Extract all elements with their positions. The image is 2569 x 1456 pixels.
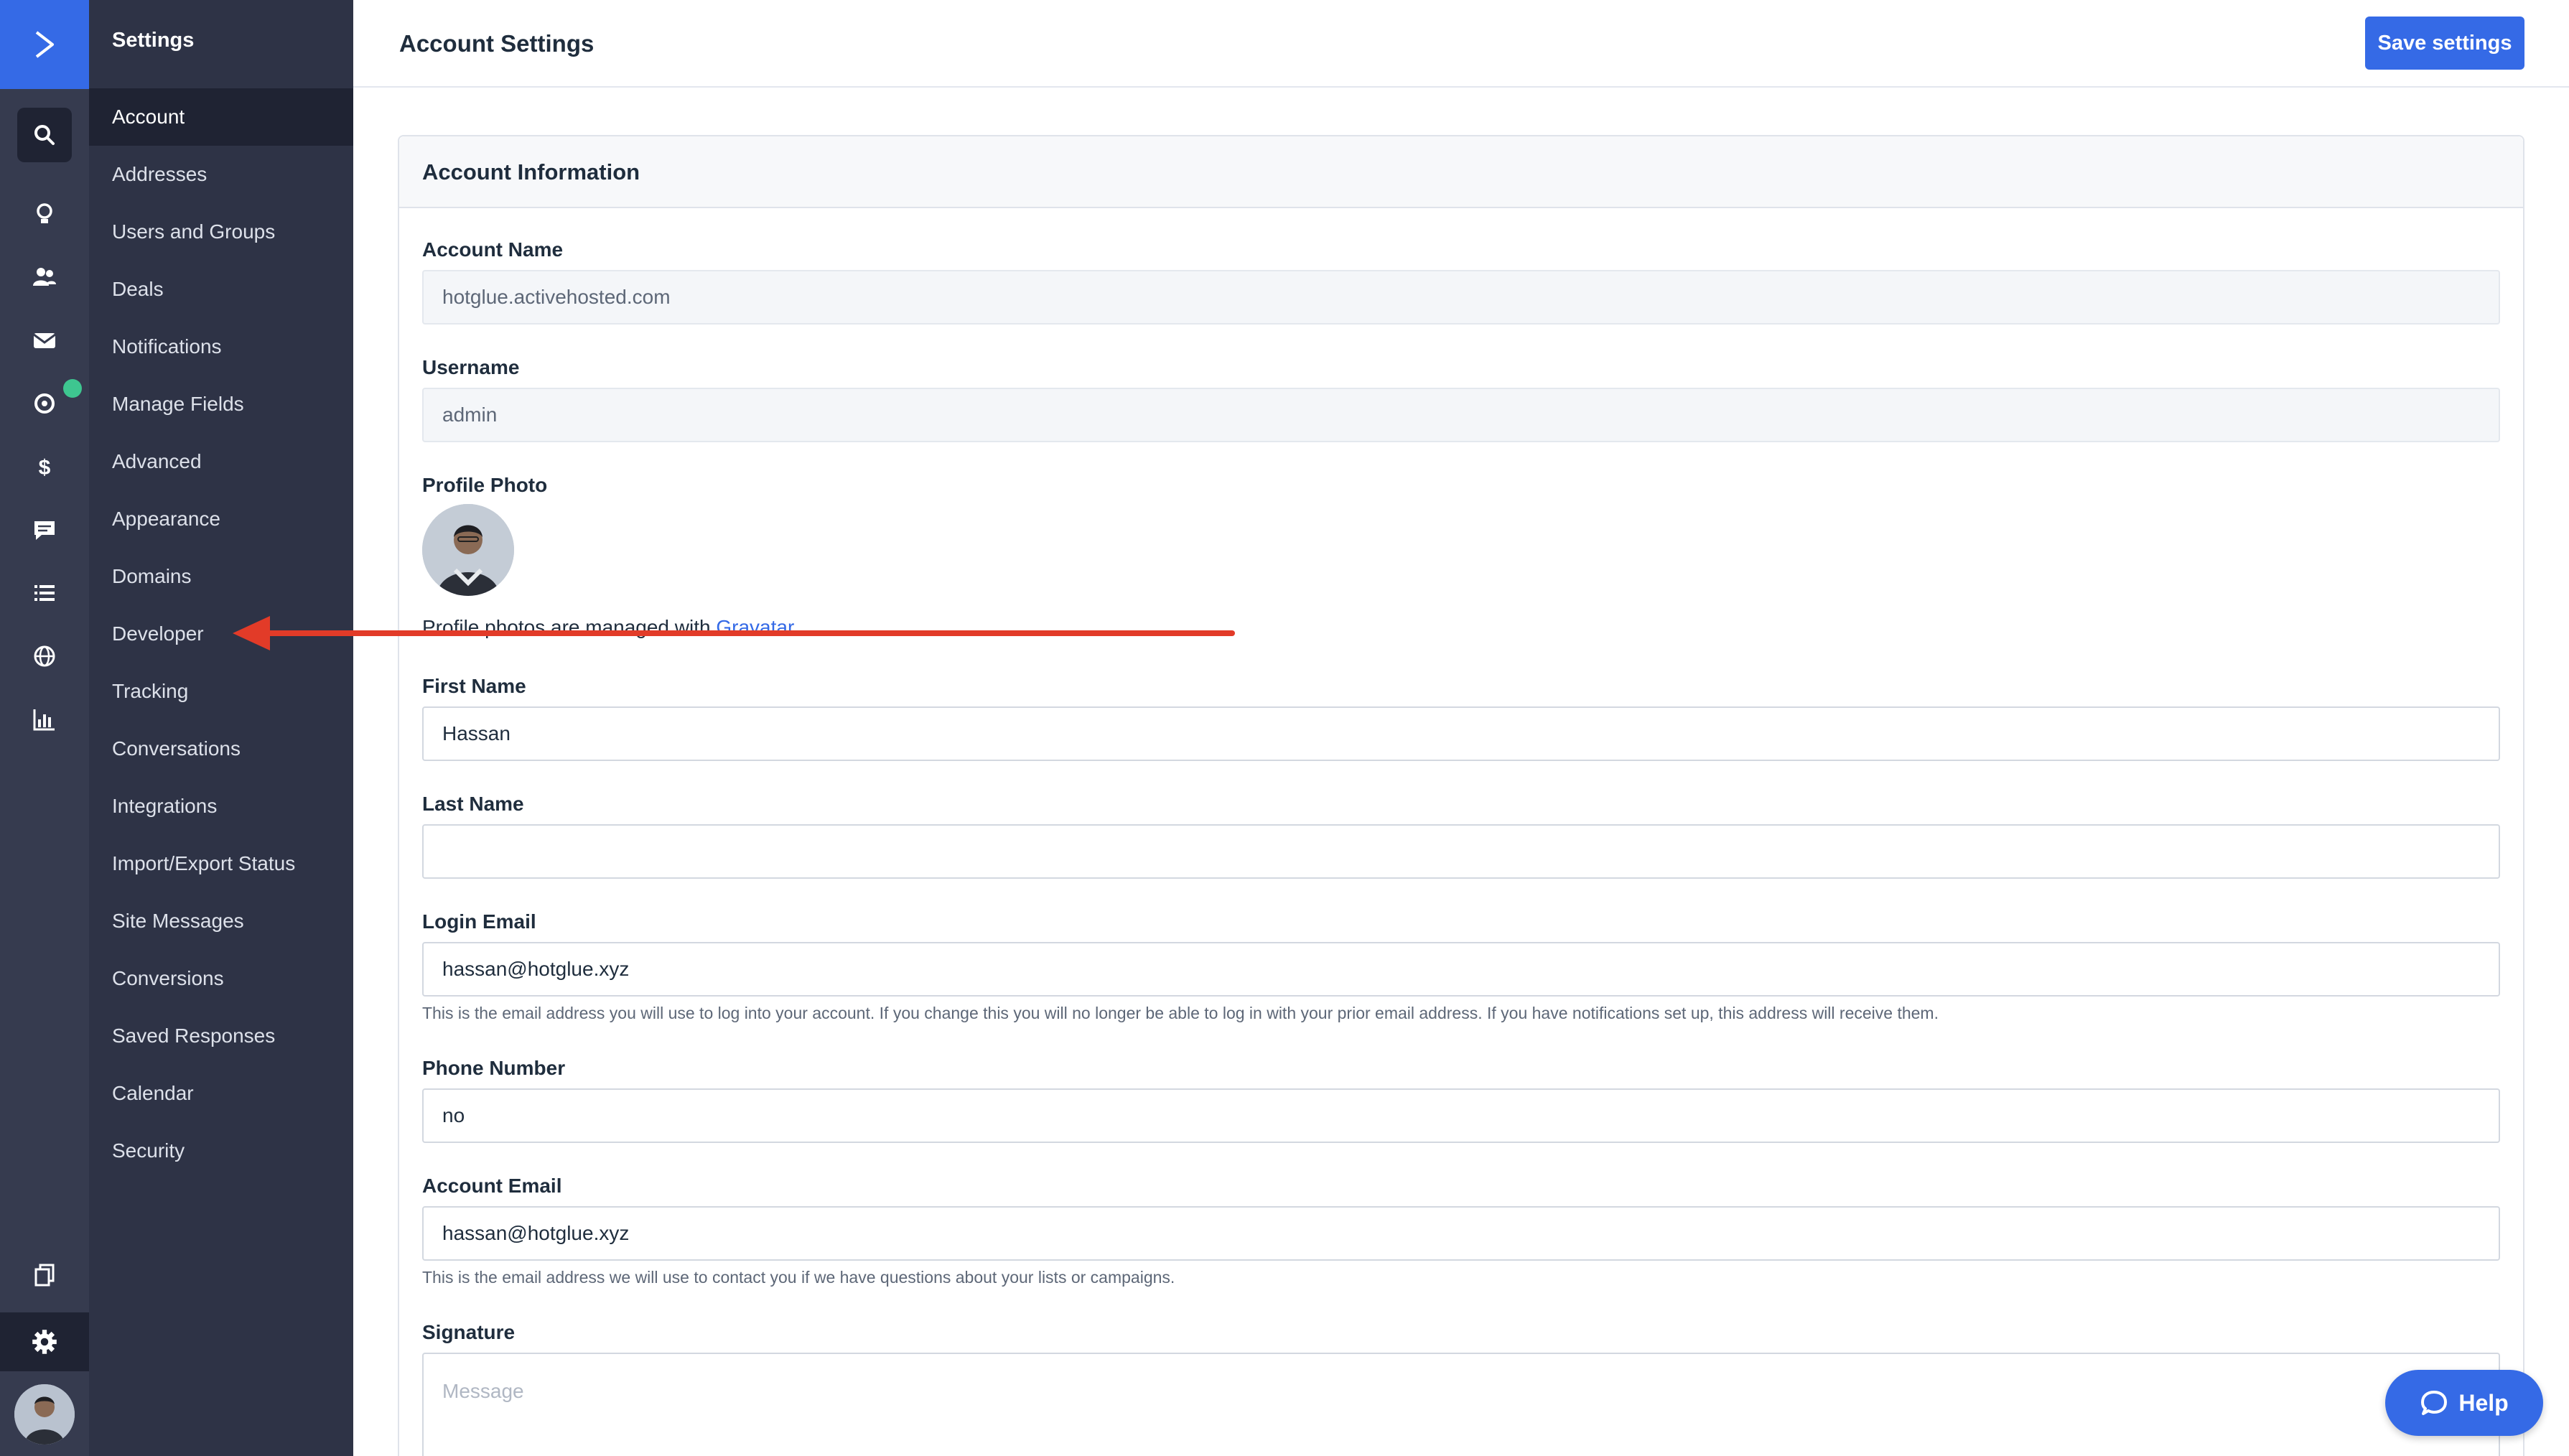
contacts-icon[interactable]	[17, 250, 72, 304]
pages-icon[interactable]	[17, 1248, 72, 1302]
chat-bubble-icon	[2421, 1391, 2448, 1415]
card-title: Account Information	[422, 159, 640, 185]
save-settings-button[interactable]: Save settings	[2365, 17, 2524, 70]
annotation-arrow-icon	[233, 616, 1235, 650]
first-name-input[interactable]: Hassan	[422, 706, 2500, 761]
status-dot	[63, 379, 82, 398]
sidebar-item-notifications[interactable]: Notifications	[89, 318, 353, 375]
avatar[interactable]	[14, 1384, 75, 1445]
search-icon[interactable]	[17, 108, 72, 162]
sidebar-item-integrations[interactable]: Integrations	[89, 778, 353, 835]
username-field: admin	[422, 388, 2500, 442]
last-name-label: Last Name	[422, 793, 524, 815]
profile-photo	[422, 504, 514, 596]
page-title: Account Settings	[399, 30, 595, 57]
settings-sidebar: Settings Account Addresses Users and Gro…	[89, 0, 353, 1456]
sidebar-item-appearance[interactable]: Appearance	[89, 490, 353, 548]
help-label: Help	[2458, 1389, 2509, 1416]
card-header: Account Information	[399, 136, 2523, 208]
sidebar-item-saved-responses[interactable]: Saved Responses	[89, 1007, 353, 1065]
sidebar-item-conversations[interactable]: Conversations	[89, 720, 353, 778]
sidebar-title: Settings	[112, 29, 195, 52]
chat-icon[interactable]	[17, 503, 72, 557]
sidebar-item-calendar[interactable]: Calendar	[89, 1065, 353, 1122]
sidebar-item-users-and-groups[interactable]: Users and Groups	[89, 203, 353, 261]
dollar-icon[interactable]: $	[17, 439, 72, 494]
sidebar-item-import-export-status[interactable]: Import/Export Status	[89, 835, 353, 892]
account-name-field: hotglue.activehosted.com	[422, 270, 2500, 325]
sidebar-item-site-messages[interactable]: Site Messages	[89, 892, 353, 950]
signature-textarea[interactable]: Message	[422, 1353, 2500, 1456]
login-email-hint: This is the email address you will use t…	[422, 1004, 1939, 1022]
gear-icon[interactable]	[0, 1312, 89, 1371]
profile-photo-label: Profile Photo	[422, 474, 548, 496]
icon-rail: $	[0, 0, 89, 1456]
lightbulb-icon[interactable]	[17, 187, 72, 241]
phone-number-input[interactable]: no	[422, 1088, 2500, 1143]
sidebar-item-security[interactable]: Security	[89, 1122, 353, 1180]
page-header: Account Settings Save settings	[353, 0, 2569, 88]
sidebar-item-account[interactable]: Account	[89, 88, 353, 146]
chart-icon[interactable]	[17, 692, 72, 747]
sidebar-item-manage-fields[interactable]: Manage Fields	[89, 375, 353, 433]
logo-icon[interactable]	[0, 0, 89, 89]
login-email-label: Login Email	[422, 910, 536, 933]
sidebar-item-deals[interactable]: Deals	[89, 261, 353, 318]
account-name-label: Account Name	[422, 238, 564, 261]
sidebar-item-advanced[interactable]: Advanced	[89, 433, 353, 490]
sidebar-item-tracking[interactable]: Tracking	[89, 663, 353, 720]
sidebar-item-conversions[interactable]: Conversions	[89, 950, 353, 1007]
username-label: Username	[422, 356, 520, 378]
login-email-input[interactable]: hassan@hotglue.xyz	[422, 942, 2500, 997]
last-name-input[interactable]	[422, 824, 2500, 879]
help-button[interactable]: Help	[2385, 1370, 2543, 1436]
list-icon[interactable]	[17, 566, 72, 620]
signature-label: Signature	[422, 1321, 516, 1343]
sidebar-item-domains[interactable]: Domains	[89, 548, 353, 605]
globe-icon[interactable]	[17, 629, 72, 683]
account-email-hint: This is the email address we will use to…	[422, 1268, 1175, 1287]
svg-text:$: $	[39, 456, 51, 480]
first-name-label: First Name	[422, 675, 526, 697]
account-email-label: Account Email	[422, 1175, 562, 1197]
sidebar-item-addresses[interactable]: Addresses	[89, 146, 353, 203]
account-email-input[interactable]: hassan@hotglue.xyz	[422, 1206, 2500, 1261]
email-icon[interactable]	[17, 313, 72, 368]
phone-number-label: Phone Number	[422, 1057, 566, 1079]
